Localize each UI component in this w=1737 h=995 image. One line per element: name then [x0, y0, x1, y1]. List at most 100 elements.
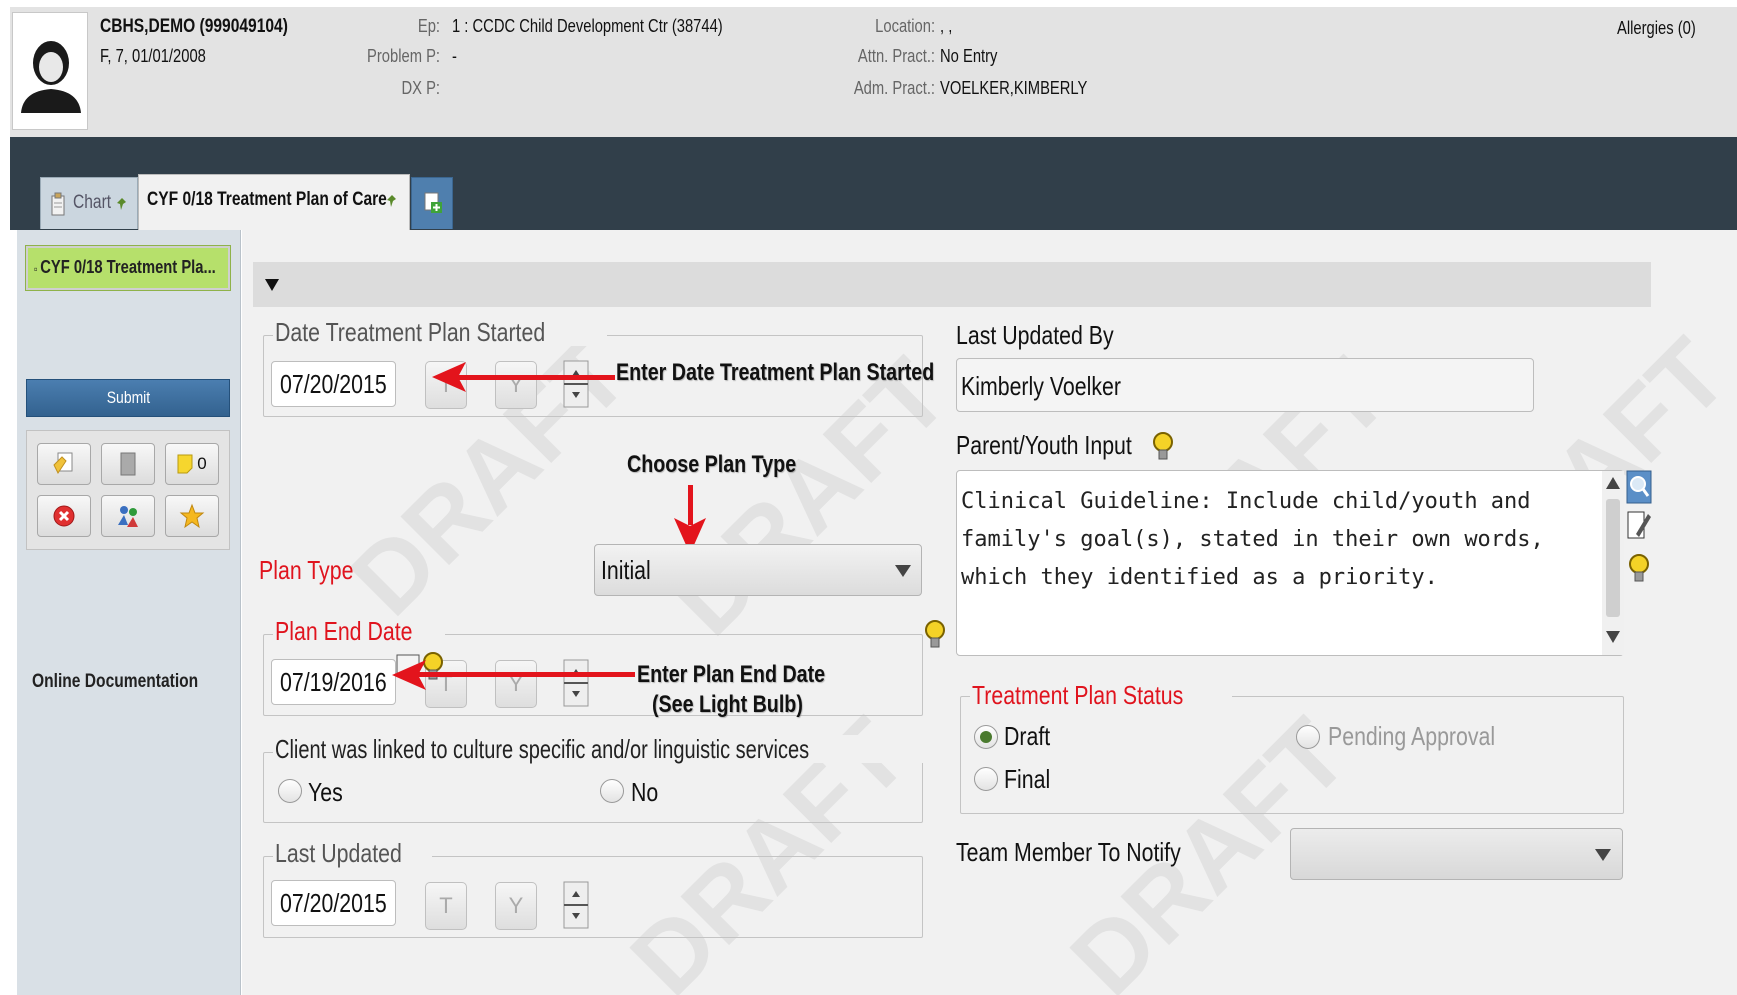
submit-button[interactable]: Submit	[26, 379, 230, 417]
cancel-button[interactable]	[37, 495, 91, 537]
allergies-link[interactable]: Allergies (0)	[1617, 18, 1713, 39]
nav-form-item[interactable]: ▫ CYF 0/18 Treatment Pla...	[25, 245, 231, 291]
section-collapse-bar[interactable]	[253, 262, 1651, 307]
linked-no-label: No	[631, 777, 659, 807]
add-page-icon	[424, 192, 442, 213]
lightbulb-icon[interactable]	[1626, 552, 1652, 586]
status-draft-label: Draft	[1004, 721, 1051, 751]
lightbulb-icon[interactable]	[922, 618, 948, 652]
location-value: , ,	[940, 16, 953, 36]
team-button[interactable]	[101, 495, 155, 537]
annotation-plan-end-line2: (See Light Bulb)	[652, 691, 803, 718]
plan-type-select[interactable]: Initial	[594, 544, 922, 596]
notes-button[interactable]: 0	[165, 443, 219, 485]
parent-input-label: Parent/Youth Input	[956, 430, 1132, 460]
scroll-thumb[interactable]	[1606, 499, 1620, 617]
edit-note-icon[interactable]	[1626, 508, 1652, 544]
last-updated-input[interactable]: 07/20/2015	[271, 880, 396, 926]
patient-avatar	[12, 12, 88, 130]
location-label: Location:	[875, 16, 935, 36]
team-member-select[interactable]	[1290, 828, 1623, 880]
tab-chart-label: Chart	[73, 192, 112, 213]
status-group	[960, 696, 1624, 814]
linked-yes-label: Yes	[308, 777, 343, 807]
status-pending-label: Pending Approval	[1328, 721, 1496, 751]
arrow-head-left-icon	[432, 362, 466, 392]
scroll-up-icon[interactable]	[1606, 477, 1620, 489]
plan-end-input[interactable]: 07/19/2016	[271, 659, 396, 705]
add-tab-button[interactable]	[411, 177, 453, 229]
collapse-triangle-icon	[265, 279, 279, 291]
cancel-icon	[53, 505, 75, 527]
sticky-note-icon	[177, 454, 193, 474]
star-icon	[179, 503, 205, 529]
nav-form-item-label: ▫ CYF 0/18 Treatment Pla...	[34, 257, 216, 277]
people-icon	[118, 506, 138, 527]
problem-label: Problem P:	[366, 46, 440, 66]
linked-services-legend: Client was linked to culture specific an…	[273, 735, 971, 763]
parent-input-textarea[interactable]: Clinical Guideline: Include child/youth …	[956, 470, 1624, 656]
patient-demographics: F, 7, 01/01/2008	[100, 46, 206, 66]
status-pending-radio[interactable]	[1296, 725, 1320, 749]
date-started-spinner[interactable]	[562, 360, 590, 408]
plan-end-legend: Plan End Date	[273, 617, 445, 645]
dx-label: DX P:	[401, 78, 440, 98]
status-draft-radio[interactable]	[974, 725, 998, 749]
ep-value: 1 : CCDC Child Development Ctr (38744)	[452, 16, 723, 36]
tab-chart[interactable]: Chart	[40, 177, 138, 229]
date-started-input[interactable]: 07/20/2015	[271, 361, 396, 407]
patient-name: CBHS,DEMO (999049104)	[100, 16, 288, 37]
date-started-yesterday-button[interactable]: Y	[495, 361, 537, 409]
favorite-button[interactable]	[165, 495, 219, 537]
left-nav-panel	[17, 230, 241, 995]
print-button[interactable]	[101, 443, 155, 485]
linked-no-radio[interactable]	[600, 779, 624, 803]
linked-yes-radio[interactable]	[278, 779, 302, 803]
annotation-arrow	[415, 672, 635, 677]
annotation-date-started: Enter Date Treatment Plan Started	[616, 359, 935, 386]
document-icon	[53, 452, 73, 474]
plan-end-spinner[interactable]	[562, 659, 590, 707]
pin-icon	[387, 195, 396, 207]
lightbulb-icon[interactable]	[1150, 430, 1176, 464]
tab-treatment-plan[interactable]: CYF 0/18 Treatment Plan of Care	[138, 174, 410, 230]
status-final-radio[interactable]	[974, 767, 998, 791]
parent-input-text: Clinical Guideline: Include child/youth …	[961, 489, 1544, 590]
team-member-label: Team Member To Notify	[956, 837, 1181, 867]
status-legend: Treatment Plan Status	[970, 681, 1232, 709]
plan-type-value: Initial	[601, 555, 651, 585]
adm-pract-label: Adm. Pract.:	[853, 78, 935, 98]
toolbox: 0	[26, 430, 230, 550]
last-updated-by-field: Kimberly Voelker	[956, 358, 1534, 412]
attn-pract-value: No Entry	[940, 46, 998, 66]
adm-pract-value: VOELKER,KIMBERLY	[940, 78, 1088, 98]
pin-icon	[117, 198, 126, 210]
annotation-plan-type: Choose Plan Type	[627, 451, 797, 478]
last-updated-yesterday-button[interactable]: Y	[495, 882, 537, 930]
chevron-down-icon	[1595, 849, 1611, 861]
magnifier-icon[interactable]	[1626, 470, 1652, 504]
attn-pract-label: Attn. Pract.:	[857, 46, 935, 66]
chevron-down-icon	[895, 565, 911, 577]
last-updated-by-value: Kimberly Voelker	[961, 371, 1121, 401]
last-updated-by-label: Last Updated By	[956, 320, 1114, 350]
clipboard-icon	[51, 192, 65, 216]
scroll-down-icon[interactable]	[1606, 631, 1620, 643]
annotation-arrow	[455, 375, 615, 380]
person-silhouette-icon	[21, 41, 81, 113]
online-documentation-link[interactable]: Online Documentation	[32, 671, 235, 693]
plan-end-yesterday-button[interactable]: Y	[495, 660, 537, 708]
problem-value: -	[452, 46, 457, 66]
status-final-label: Final	[1004, 764, 1051, 794]
last-updated-today-button[interactable]: T	[425, 882, 467, 930]
last-updated-legend: Last Updated	[273, 839, 432, 867]
textarea-scrollbar[interactable]	[1602, 471, 1624, 655]
last-updated-spinner[interactable]	[562, 881, 590, 929]
arrow-head-left-icon	[392, 660, 426, 690]
plan-type-label: Plan Type	[259, 555, 354, 585]
annotation-plan-end-line1: Enter Plan End Date	[637, 661, 826, 688]
notes-count: 0	[197, 454, 207, 473]
pdf-button[interactable]	[37, 443, 91, 485]
date-started-legend: Date Treatment Plan Started	[273, 318, 607, 346]
page-icon	[120, 452, 136, 476]
